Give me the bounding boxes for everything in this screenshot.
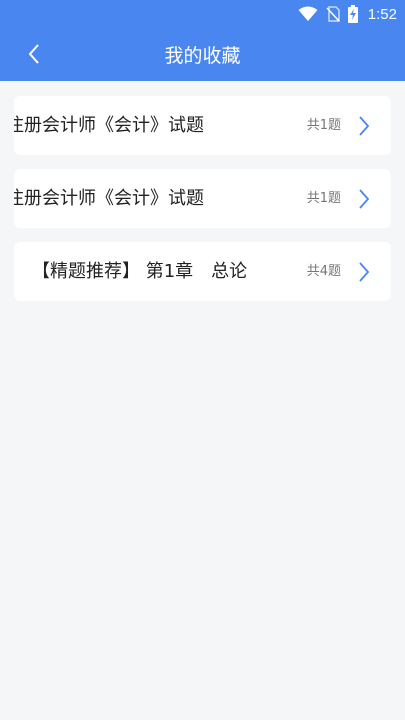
chevron-right-icon <box>357 115 371 137</box>
favorite-item-count: 共4题 <box>306 264 341 279</box>
favorite-item-count: 共1题 <box>306 118 341 133</box>
chevron-right-icon <box>357 261 371 283</box>
nav-bar: 我的收藏 <box>0 28 405 81</box>
status-icons: 1:52 <box>298 4 397 24</box>
top-bar: 1:52 我的收藏 <box>0 0 405 81</box>
no-sim-icon <box>326 6 340 22</box>
status-bar: 1:52 <box>0 0 405 28</box>
status-time: 1:52 <box>367 5 397 23</box>
favorite-item[interactable]: 【精题推荐】 第1章 总论 共4题 <box>14 242 391 301</box>
favorites-list: 注册会计师《会计》试题 共1题 注册会计师《会计》试题 共1题 【精题推荐】 第… <box>14 96 391 315</box>
favorite-item-title: 【精题推荐】 第1章 总论 <box>32 261 248 282</box>
favorite-item-count: 共1题 <box>306 191 341 206</box>
favorite-item-title: 注册会计师《会计》试题 <box>14 115 204 136</box>
page-title: 我的收藏 <box>164 45 241 67</box>
battery-charging-icon <box>347 5 358 23</box>
favorite-item-title: 注册会计师《会计》试题 <box>14 188 204 209</box>
favorite-item[interactable]: 注册会计师《会计》试题 共1题 <box>14 169 391 228</box>
favorite-item[interactable]: 注册会计师《会计》试题 共1题 <box>14 96 391 155</box>
wifi-icon <box>298 6 318 22</box>
chevron-right-icon <box>357 188 371 210</box>
